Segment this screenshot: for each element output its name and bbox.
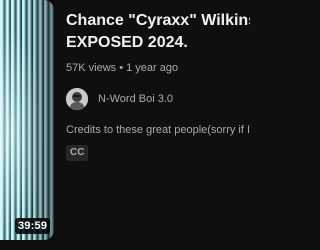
channel-avatar-icon[interactable] bbox=[66, 88, 88, 110]
meta-separator: • bbox=[119, 62, 124, 74]
channel-name[interactable]: N-Word Boi 3.0 bbox=[98, 93, 173, 105]
closed-captions-badge: CC bbox=[66, 145, 89, 161]
duration-badge: 39:59 bbox=[15, 218, 51, 234]
search-result-video[interactable]: 39:59 Chance "Cyraxx" Wilkins Caug EXPOS… bbox=[0, 0, 250, 250]
thumbnail-shading bbox=[0, 0, 54, 240]
video-title-line-1[interactable]: Chance "Cyraxx" Wilkins Caug bbox=[66, 10, 250, 32]
upload-age: 1 year ago bbox=[126, 62, 179, 74]
video-description-snippet: Credits to these great people(sorry if I… bbox=[66, 124, 250, 136]
video-title[interactable]: Chance "Cyraxx" Wilkins Caug EXPOSED 202… bbox=[66, 10, 250, 54]
view-count: 57K views bbox=[66, 62, 117, 74]
video-title-line-2[interactable]: EXPOSED 2024. bbox=[66, 32, 250, 54]
channel-row[interactable]: N-Word Boi 3.0 bbox=[66, 87, 250, 111]
video-info: Chance "Cyraxx" Wilkins Caug EXPOSED 202… bbox=[66, 10, 250, 161]
video-metadata: 57K views • 1 year ago bbox=[66, 61, 250, 75]
